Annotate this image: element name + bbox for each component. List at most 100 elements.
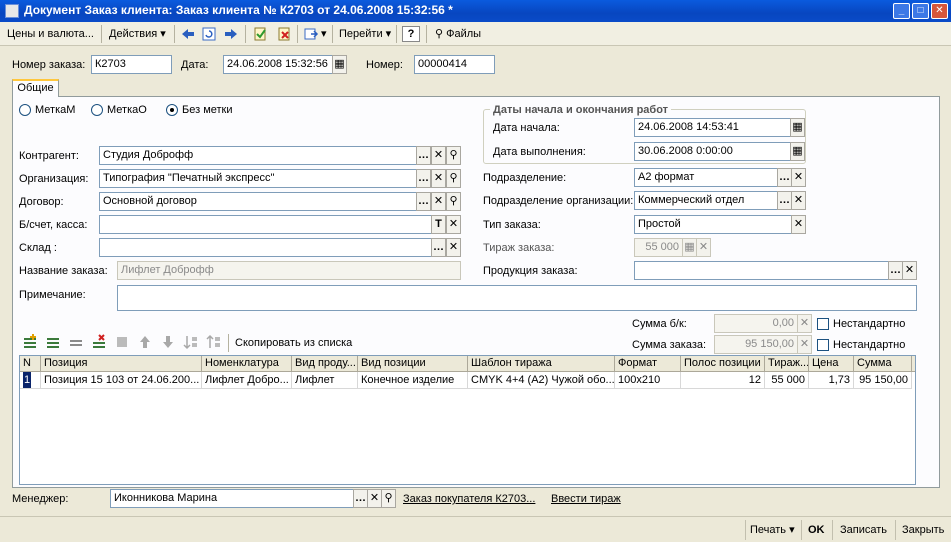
create-based-on-icon[interactable] <box>303 26 319 42</box>
select-button[interactable]: … <box>416 169 431 188</box>
customer-order-link[interactable]: Заказ покупателя К2703... <box>403 491 535 507</box>
copy-from-list-button[interactable]: Скопировать из списка <box>235 335 352 351</box>
clear-icon[interactable]: ✕ <box>367 489 382 508</box>
table-cell[interactable]: Конечное изделие <box>358 372 468 389</box>
table-cell[interactable]: 55 000 <box>765 372 809 389</box>
number-field[interactable]: 00000414 <box>414 55 495 74</box>
positions-table[interactable]: N Позиция Номенклатура Вид проду... Вид … <box>19 355 916 485</box>
order-no-field[interactable]: К2703 <box>91 55 172 74</box>
select-button[interactable]: … <box>431 238 446 257</box>
organization-field[interactable]: Типография "Печатный экспресс" <box>99 169 417 188</box>
column-header[interactable]: Цена <box>809 356 854 372</box>
column-header[interactable]: Полос позиции <box>681 356 765 372</box>
end-edit-icon <box>114 334 130 350</box>
table-cell[interactable]: CMYK 4+4 (A2) Чужой обо... <box>468 372 615 389</box>
search-icon[interactable]: ⚲ <box>446 192 461 211</box>
clear-icon[interactable]: ✕ <box>791 168 806 187</box>
prices-button[interactable]: Цены и валюта... <box>4 25 97 43</box>
table-cell[interactable]: 1,73 <box>809 372 854 389</box>
nonstandard-net-checkbox[interactable] <box>817 318 829 330</box>
save-button[interactable]: Записать <box>840 522 887 538</box>
tab-general[interactable]: Общие <box>12 79 59 97</box>
product-field[interactable] <box>634 261 889 280</box>
table-row[interactable]: 1 <box>20 372 41 389</box>
clear-icon[interactable]: ✕ <box>431 146 446 165</box>
actions-menu[interactable]: Действия ▾ <box>106 25 169 43</box>
select-button[interactable]: … <box>353 489 368 508</box>
copy-row-icon[interactable] <box>45 334 61 350</box>
column-header[interactable]: Тираж... <box>765 356 809 372</box>
table-cell[interactable]: Позиция 15 103 от 24.06.200... <box>41 372 202 389</box>
help-button[interactable]: ? <box>402 26 420 42</box>
calendar-icon[interactable]: ▦ <box>790 142 805 161</box>
select-button[interactable]: … <box>888 261 903 280</box>
date-field[interactable]: 24.06.2008 15:32:56 <box>223 55 333 74</box>
nonstandard-total-checkbox[interactable] <box>817 339 829 351</box>
org-division-field[interactable]: Коммерческий отдел <box>634 191 778 210</box>
mark-m-radio[interactable] <box>19 104 31 116</box>
refresh-icon[interactable] <box>201 26 217 42</box>
select-button[interactable]: … <box>416 146 431 165</box>
post-document-icon[interactable] <box>252 26 268 42</box>
close-button[interactable]: Закрыть <box>902 522 944 538</box>
search-icon[interactable]: ⚲ <box>446 146 461 165</box>
column-header[interactable]: Позиция <box>41 356 202 372</box>
clear-icon[interactable]: ✕ <box>446 215 461 234</box>
column-header[interactable]: Сумма <box>854 356 912 372</box>
contractor-field[interactable]: Студия Доброфф <box>99 146 417 165</box>
table-cell[interactable]: 12 <box>681 372 765 389</box>
edit-row-icon[interactable] <box>68 334 84 350</box>
select-button[interactable]: … <box>777 168 792 187</box>
clear-icon[interactable]: ✕ <box>791 191 806 210</box>
table-cell[interactable]: Лифлет <box>292 372 358 389</box>
minimize-button[interactable]: _ <box>893 3 910 19</box>
end-date-field[interactable]: 30.06.2008 0:00:00 <box>634 142 791 161</box>
move-right-icon[interactable] <box>223 26 239 42</box>
goto-menu[interactable]: Перейти ▾ <box>336 25 394 43</box>
close-window-button[interactable]: ✕ <box>931 3 948 19</box>
note-field[interactable] <box>117 285 917 311</box>
column-header[interactable]: Вид проду... <box>292 356 358 372</box>
create-based-on-dropdown[interactable]: ▾ <box>318 25 330 43</box>
account-field[interactable] <box>99 215 432 234</box>
delete-row-icon[interactable] <box>91 334 107 350</box>
clear-icon[interactable]: ✕ <box>791 215 806 234</box>
ok-button[interactable]: OK <box>808 522 825 538</box>
add-row-icon[interactable] <box>22 334 38 350</box>
division-field[interactable]: А2 формат <box>634 168 778 187</box>
order-type-field[interactable]: Простой <box>634 215 792 234</box>
column-header[interactable]: N <box>20 356 41 372</box>
calendar-icon[interactable]: ▦ <box>790 118 805 137</box>
enter-circulation-link[interactable]: Ввести тираж <box>551 491 621 507</box>
select-button[interactable]: … <box>777 191 792 210</box>
warehouse-field[interactable] <box>99 238 432 257</box>
table-cell[interactable]: 100x210 <box>615 372 681 389</box>
maximize-button[interactable]: □ <box>912 3 929 19</box>
column-header[interactable]: Номенклатура <box>202 356 292 372</box>
unpost-document-icon[interactable] <box>276 26 292 42</box>
table-cell[interactable]: Лифлет Добро... <box>202 372 292 389</box>
clear-icon[interactable]: ✕ <box>431 169 446 188</box>
start-date-field[interactable]: 24.06.2008 14:53:41 <box>634 118 791 137</box>
contract-field[interactable]: Основной договор <box>99 192 417 211</box>
table-cell[interactable]: 95 150,00 <box>854 372 912 389</box>
mark-o-radio[interactable] <box>91 104 103 116</box>
clear-icon[interactable]: ✕ <box>446 238 461 257</box>
move-left-icon[interactable] <box>180 26 196 42</box>
column-header[interactable]: Шаблон тиража <box>468 356 615 372</box>
files-button[interactable]: ⚲ Файлы <box>432 25 484 43</box>
no-mark-radio[interactable] <box>166 104 178 116</box>
select-button[interactable]: … <box>416 192 431 211</box>
search-icon[interactable]: ⚲ <box>446 169 461 188</box>
order-name-field: Лифлет Доброфф <box>117 261 461 280</box>
print-menu[interactable]: Печать ▾ <box>750 522 795 538</box>
clear-icon[interactable]: ✕ <box>431 192 446 211</box>
column-header[interactable]: Вид позиции <box>358 356 468 372</box>
column-header[interactable] <box>912 356 915 372</box>
calendar-icon[interactable]: ▦ <box>332 55 347 74</box>
manager-field[interactable]: Иконникова Марина <box>110 489 354 508</box>
clear-icon[interactable]: ✕ <box>902 261 917 280</box>
search-icon[interactable]: ⚲ <box>381 489 396 508</box>
type-icon[interactable]: T <box>431 215 446 234</box>
column-header[interactable]: Формат <box>615 356 681 372</box>
